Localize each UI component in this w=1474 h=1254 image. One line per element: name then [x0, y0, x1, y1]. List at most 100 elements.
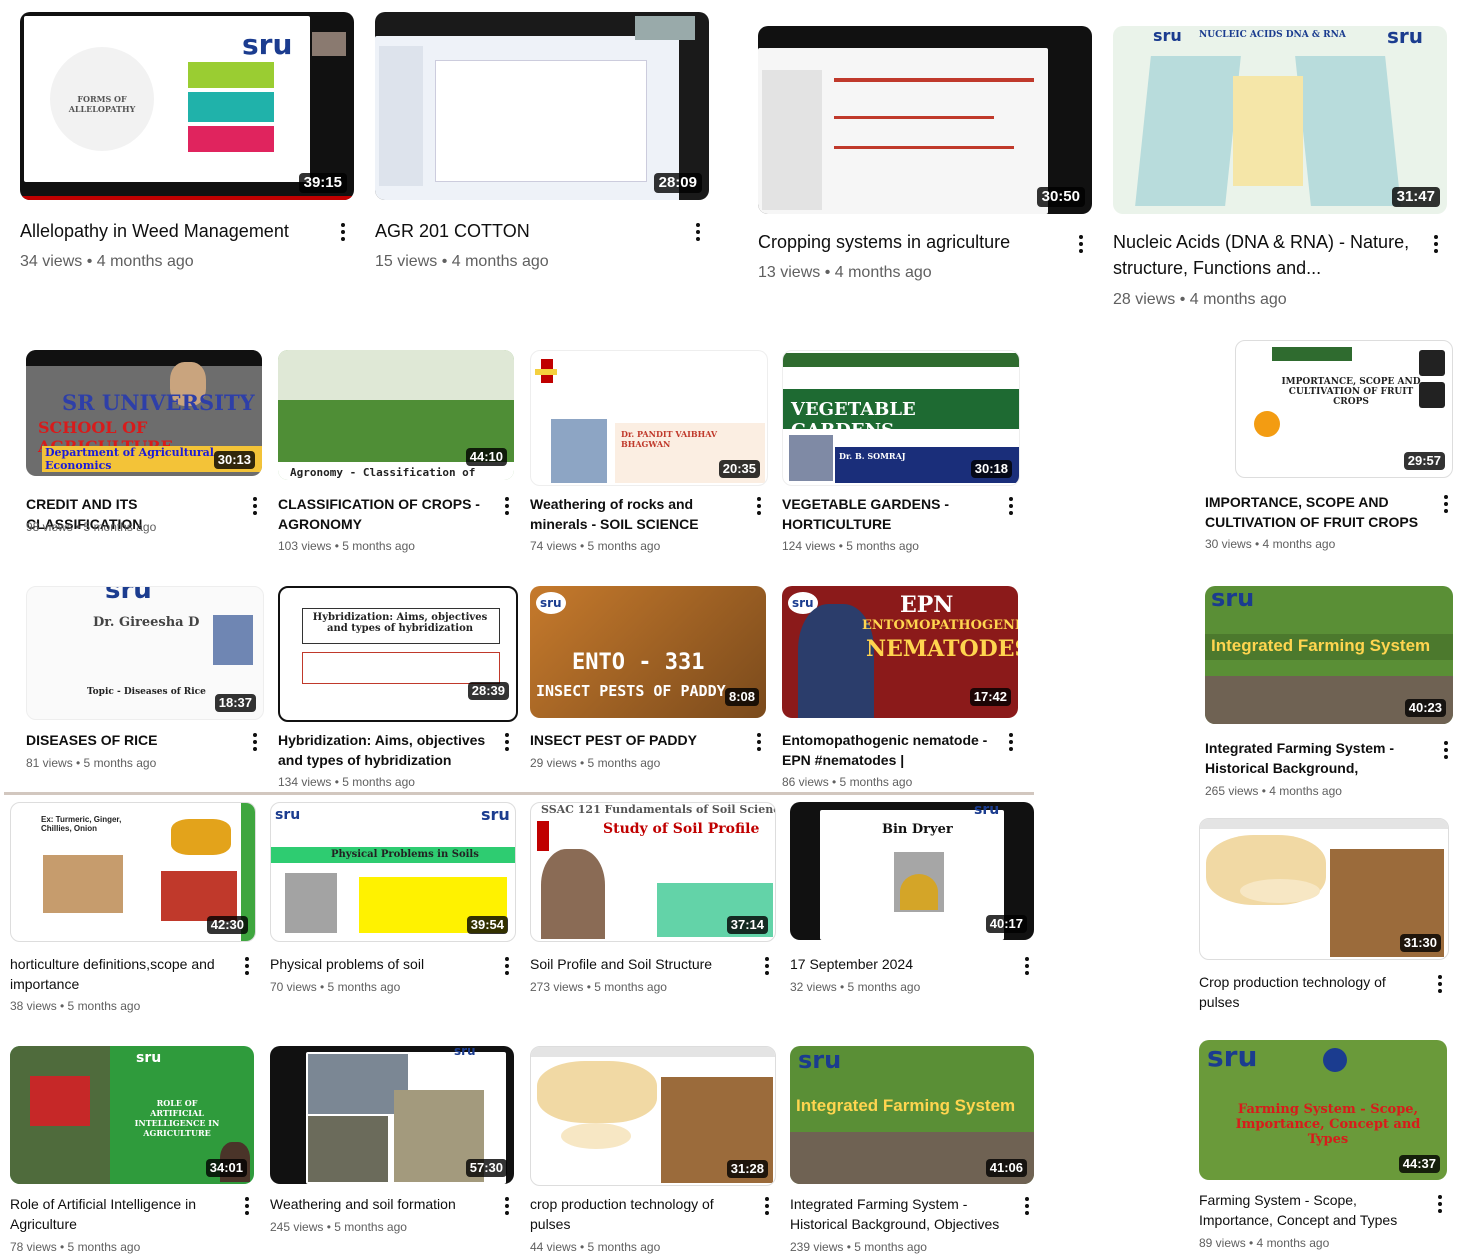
- more-options-icon[interactable]: [240, 1194, 254, 1218]
- more-options-icon[interactable]: [1004, 730, 1018, 754]
- video-card[interactable]: Dr. PANDIT VAIBHAV BHAGWAN 20:35 Weather…: [530, 350, 774, 553]
- video-card[interactable]: FORMS OF ALLELOPATHY sru 39:15 Allelopat…: [20, 12, 360, 282]
- video-title[interactable]: Entomopathogenic nematode -EPN #nematode…: [782, 730, 996, 770]
- more-options-icon[interactable]: [1074, 232, 1088, 256]
- duration-badge: 57:30: [465, 1159, 507, 1177]
- video-thumbnail[interactable]: sru Integrated Farming System 41:06: [790, 1046, 1034, 1184]
- video-card[interactable]: sru ENTO - 331 INSECT PESTS OF PADDY 8:0…: [530, 586, 774, 786]
- more-options-icon[interactable]: [1439, 492, 1453, 516]
- video-title[interactable]: IMPORTANCE, SCOPE AND CULTIVATION OF FRU…: [1205, 492, 1425, 532]
- video-thumbnail[interactable]: 30:50: [758, 26, 1092, 214]
- video-title[interactable]: horticulture definitions,scope and impor…: [10, 954, 232, 994]
- video-card[interactable]: 31:30 Crop production technology of puls…: [1199, 818, 1455, 1018]
- video-thumbnail[interactable]: sru Farming System - Scope, Importance, …: [1199, 1040, 1447, 1180]
- more-options-icon[interactable]: [248, 494, 262, 518]
- more-options-icon[interactable]: [500, 1194, 514, 1218]
- video-thumbnail[interactable]: Ex: Turmeric, Ginger, Chillies, Onion 42…: [10, 802, 256, 942]
- video-title[interactable]: Crop production technology of pulses: [1199, 972, 1423, 1012]
- video-title[interactable]: Integrated Farming System - Historical B…: [1205, 738, 1429, 778]
- video-title[interactable]: Allelopathy in Weed Management: [20, 218, 320, 244]
- more-options-icon[interactable]: [1004, 494, 1018, 518]
- more-options-icon[interactable]: [1429, 232, 1443, 256]
- video-title[interactable]: Nucleic Acids (DNA & RNA) - Nature, stru…: [1113, 229, 1413, 281]
- video-thumbnail[interactable]: sru EPN ENTOMOPATHOGENIC NEMATODES 17:42: [782, 586, 1018, 718]
- video-card[interactable]: sru Farming System - Scope, Importance, …: [1199, 1040, 1455, 1251]
- video-card[interactable]: 28:09 AGR 201 COTTON 15 views • 4 months…: [375, 12, 715, 282]
- video-title[interactable]: VEGETABLE GARDENS - HORTICULTURE: [782, 494, 992, 534]
- more-options-icon[interactable]: [500, 730, 514, 754]
- more-options-icon[interactable]: [691, 220, 705, 244]
- more-options-icon[interactable]: [760, 954, 774, 978]
- video-title[interactable]: Cropping systems in agriculture: [758, 229, 1058, 255]
- more-options-icon[interactable]: [1020, 954, 1034, 978]
- watch-later-icon[interactable]: [1419, 350, 1445, 376]
- video-thumbnail[interactable]: 28:09: [375, 12, 709, 200]
- video-title[interactable]: Weathering and soil formation: [270, 1194, 492, 1214]
- video-title[interactable]: DISEASES OF RICE: [26, 730, 246, 750]
- video-thumbnail[interactable]: sru sru Physical Problems in Soils 39:54: [270, 802, 516, 942]
- video-card[interactable]: sru sru NUCLEIC ACIDS DNA & RNA 31:47 Nu…: [1113, 26, 1453, 316]
- video-card[interactable]: Ex: Turmeric, Ginger, Chillies, Onion 42…: [10, 802, 266, 1017]
- video-card[interactable]: sru Bin Dryer 40:17 17 September 2024 32…: [790, 802, 1046, 1002]
- more-options-icon[interactable]: [240, 954, 254, 978]
- video-thumbnail[interactable]: sru ENTO - 331 INSECT PESTS OF PADDY 8:0…: [530, 586, 766, 718]
- thumb-text: Bin Dryer: [882, 822, 953, 837]
- more-options-icon[interactable]: [248, 730, 262, 754]
- more-options-icon[interactable]: [760, 1194, 774, 1218]
- video-thumbnail[interactable]: FORMS OF ALLELOPATHY sru 39:15: [20, 12, 354, 200]
- video-title[interactable]: Hybridization: Aims, objectives and type…: [278, 730, 492, 770]
- video-title[interactable]: Soil Profile and Soil Structure: [530, 954, 752, 974]
- video-title[interactable]: CLASSIFICATION OF CROPS - AGRONOMY: [278, 494, 488, 534]
- video-card[interactable]: sru 57:30 Weathering and soil formation …: [270, 1046, 526, 1246]
- video-card[interactable]: sru EPN ENTOMOPATHOGENIC NEMATODES 17:42…: [782, 586, 1026, 796]
- video-title[interactable]: Physical problems of soil: [270, 954, 492, 974]
- video-card[interactable]: SR UNIVERSITY SCHOOL OF AGRICULTURE Depa…: [26, 350, 270, 550]
- video-title[interactable]: Role of Artificial Intelligence in Agric…: [10, 1194, 232, 1234]
- video-thumbnail[interactable]: Hybridization: Aims, objectives and type…: [278, 586, 518, 722]
- video-title[interactable]: Farming System - Scope, Importance, Conc…: [1199, 1190, 1423, 1230]
- video-thumbnail[interactable]: sru Integrated Farming System 40:23: [1205, 586, 1453, 724]
- video-thumbnail[interactable]: sru 57:30: [270, 1046, 514, 1184]
- video-title[interactable]: Weathering of rocks and minerals - SOIL …: [530, 494, 744, 534]
- video-title[interactable]: 17 September 2024: [790, 954, 1012, 974]
- more-options-icon[interactable]: [1020, 1194, 1034, 1218]
- video-card[interactable]: sru Dr. Gireesha D Topic - Diseases of R…: [26, 586, 270, 786]
- video-card[interactable]: sru ROLE OF ARTIFICIAL INTELLIGENCE IN A…: [10, 1046, 266, 1254]
- video-thumbnail[interactable]: 31:28: [530, 1046, 776, 1186]
- video-card[interactable]: SSAC 121 Fundamentals of Soil Scienc Stu…: [530, 802, 786, 1002]
- more-options-icon[interactable]: [500, 954, 514, 978]
- sru-logo: sru: [974, 802, 1000, 818]
- more-options-icon[interactable]: [336, 220, 350, 244]
- video-title[interactable]: AGR 201 COTTON: [375, 218, 675, 244]
- video-card[interactable]: Hybridization: Aims, objectives and type…: [278, 586, 522, 796]
- video-title[interactable]: Integrated Farming System - Historical B…: [790, 1194, 1012, 1234]
- more-options-icon[interactable]: [752, 730, 766, 754]
- video-thumbnail[interactable]: Dr. PANDIT VAIBHAV BHAGWAN 20:35: [530, 350, 768, 486]
- video-thumbnail[interactable]: 31:30: [1199, 818, 1449, 960]
- video-thumbnail[interactable]: VEGETABLE GARDENS Dr. B. SOMRAJ 30:18: [782, 350, 1020, 486]
- video-title[interactable]: INSECT PEST OF PADDY: [530, 730, 744, 750]
- video-card[interactable]: VEGETABLE GARDENS Dr. B. SOMRAJ 30:18 VE…: [782, 350, 1026, 553]
- video-card[interactable]: 31:28 crop production technology of puls…: [530, 1046, 786, 1254]
- video-thumbnail[interactable]: SSAC 121 Fundamentals of Soil Scienc Stu…: [530, 802, 776, 942]
- video-thumbnail[interactable]: sru sru NUCLEIC ACIDS DNA & RNA 31:47: [1113, 26, 1447, 214]
- video-card[interactable]: IMPORTANCE, SCOPE AND CULTIVATION OF FRU…: [1205, 340, 1455, 560]
- more-options-icon[interactable]: [1439, 738, 1453, 762]
- video-card[interactable]: sru sru Physical Problems in Soils 39:54…: [270, 802, 526, 1002]
- video-thumbnail[interactable]: SR UNIVERSITY SCHOOL OF AGRICULTURE Depa…: [26, 350, 262, 476]
- more-options-icon[interactable]: [1433, 1192, 1447, 1216]
- video-card[interactable]: sru Integrated Farming System 41:06 Inte…: [790, 1046, 1046, 1254]
- more-options-icon[interactable]: [752, 494, 766, 518]
- more-options-icon[interactable]: [1433, 972, 1447, 996]
- video-thumbnail[interactable]: sru Bin Dryer 40:17: [790, 802, 1034, 940]
- video-thumbnail[interactable]: Agronomy - Classification of crops 44:10: [278, 350, 514, 480]
- video-card[interactable]: Agronomy - Classification of crops 44:10…: [278, 350, 522, 553]
- video-title[interactable]: crop production technology of pulses: [530, 1194, 752, 1234]
- add-to-queue-icon[interactable]: [1419, 382, 1445, 408]
- video-thumbnail[interactable]: sru ROLE OF ARTIFICIAL INTELLIGENCE IN A…: [10, 1046, 254, 1184]
- duration-badge: 20:35: [718, 460, 760, 478]
- video-thumbnail[interactable]: sru Dr. Gireesha D Topic - Diseases of R…: [26, 586, 264, 720]
- more-options-icon[interactable]: [500, 494, 514, 518]
- video-card[interactable]: 30:50 Cropping systems in agriculture 13…: [758, 26, 1098, 296]
- video-card[interactable]: sru Integrated Farming System 40:23 Inte…: [1205, 586, 1455, 806]
